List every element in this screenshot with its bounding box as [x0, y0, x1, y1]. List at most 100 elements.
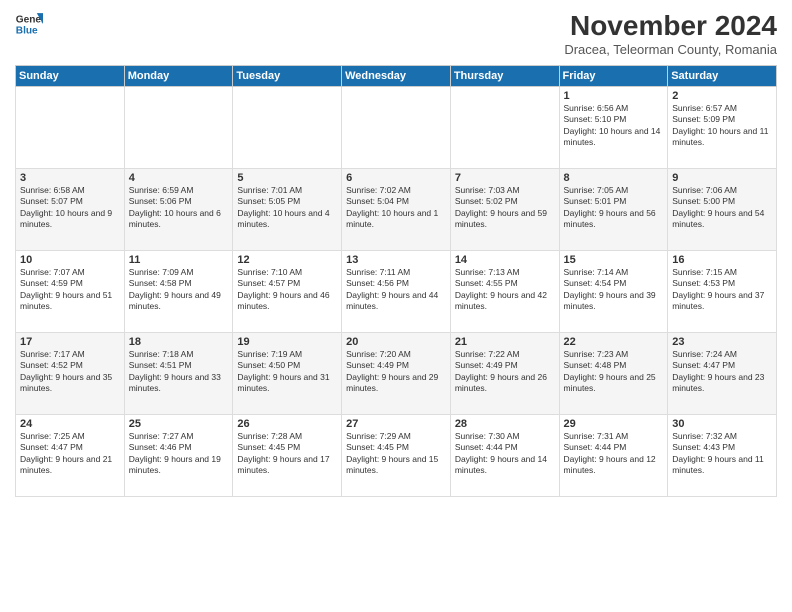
logo-icon: General Blue [15, 10, 43, 38]
subtitle: Dracea, Teleorman County, Romania [564, 42, 777, 57]
day-number: 18 [129, 336, 229, 348]
calendar-week-2: 3Sunrise: 6:58 AM Sunset: 5:07 PM Daylig… [16, 169, 777, 251]
calendar-cell: 22Sunrise: 7:23 AM Sunset: 4:48 PM Dayli… [559, 333, 668, 415]
day-info: Sunrise: 7:13 AM Sunset: 4:55 PM Dayligh… [455, 267, 555, 313]
calendar-cell: 13Sunrise: 7:11 AM Sunset: 4:56 PM Dayli… [342, 251, 451, 333]
calendar-cell: 15Sunrise: 7:14 AM Sunset: 4:54 PM Dayli… [559, 251, 668, 333]
day-number: 2 [672, 90, 772, 102]
calendar-cell: 19Sunrise: 7:19 AM Sunset: 4:50 PM Dayli… [233, 333, 342, 415]
day-info: Sunrise: 7:06 AM Sunset: 5:00 PM Dayligh… [672, 185, 772, 231]
calendar-cell [450, 87, 559, 169]
day-number: 23 [672, 336, 772, 348]
page: General Blue November 2024 Dracea, Teleo… [0, 0, 792, 612]
day-number: 27 [346, 418, 446, 430]
calendar-cell: 25Sunrise: 7:27 AM Sunset: 4:46 PM Dayli… [124, 415, 233, 497]
day-number: 19 [237, 336, 337, 348]
day-info: Sunrise: 7:11 AM Sunset: 4:56 PM Dayligh… [346, 267, 446, 313]
calendar-cell: 3Sunrise: 6:58 AM Sunset: 5:07 PM Daylig… [16, 169, 125, 251]
day-info: Sunrise: 6:57 AM Sunset: 5:09 PM Dayligh… [672, 103, 772, 149]
calendar-cell: 10Sunrise: 7:07 AM Sunset: 4:59 PM Dayli… [16, 251, 125, 333]
day-number: 1 [564, 90, 664, 102]
day-number: 6 [346, 172, 446, 184]
calendar-cell: 4Sunrise: 6:59 AM Sunset: 5:06 PM Daylig… [124, 169, 233, 251]
calendar-cell: 9Sunrise: 7:06 AM Sunset: 5:00 PM Daylig… [668, 169, 777, 251]
day-number: 20 [346, 336, 446, 348]
day-info: Sunrise: 7:28 AM Sunset: 4:45 PM Dayligh… [237, 431, 337, 477]
day-number: 24 [20, 418, 120, 430]
day-info: Sunrise: 7:07 AM Sunset: 4:59 PM Dayligh… [20, 267, 120, 313]
calendar-cell: 7Sunrise: 7:03 AM Sunset: 5:02 PM Daylig… [450, 169, 559, 251]
day-info: Sunrise: 7:29 AM Sunset: 4:45 PM Dayligh… [346, 431, 446, 477]
day-info: Sunrise: 7:14 AM Sunset: 4:54 PM Dayligh… [564, 267, 664, 313]
calendar-cell: 11Sunrise: 7:09 AM Sunset: 4:58 PM Dayli… [124, 251, 233, 333]
day-number: 16 [672, 254, 772, 266]
day-number: 12 [237, 254, 337, 266]
calendar-cell: 12Sunrise: 7:10 AM Sunset: 4:57 PM Dayli… [233, 251, 342, 333]
calendar-cell: 20Sunrise: 7:20 AM Sunset: 4:49 PM Dayli… [342, 333, 451, 415]
day-info: Sunrise: 6:58 AM Sunset: 5:07 PM Dayligh… [20, 185, 120, 231]
day-info: Sunrise: 7:23 AM Sunset: 4:48 PM Dayligh… [564, 349, 664, 395]
day-info: Sunrise: 7:01 AM Sunset: 5:05 PM Dayligh… [237, 185, 337, 231]
calendar-cell: 24Sunrise: 7:25 AM Sunset: 4:47 PM Dayli… [16, 415, 125, 497]
day-info: Sunrise: 7:19 AM Sunset: 4:50 PM Dayligh… [237, 349, 337, 395]
calendar-cell: 23Sunrise: 7:24 AM Sunset: 4:47 PM Dayli… [668, 333, 777, 415]
day-info: Sunrise: 7:10 AM Sunset: 4:57 PM Dayligh… [237, 267, 337, 313]
day-info: Sunrise: 7:32 AM Sunset: 4:43 PM Dayligh… [672, 431, 772, 477]
calendar-cell: 6Sunrise: 7:02 AM Sunset: 5:04 PM Daylig… [342, 169, 451, 251]
day-info: Sunrise: 7:02 AM Sunset: 5:04 PM Dayligh… [346, 185, 446, 231]
day-info: Sunrise: 7:27 AM Sunset: 4:46 PM Dayligh… [129, 431, 229, 477]
day-number: 5 [237, 172, 337, 184]
calendar-week-4: 17Sunrise: 7:17 AM Sunset: 4:52 PM Dayli… [16, 333, 777, 415]
day-number: 29 [564, 418, 664, 430]
header-saturday: Saturday [668, 66, 777, 87]
day-info: Sunrise: 7:15 AM Sunset: 4:53 PM Dayligh… [672, 267, 772, 313]
header-monday: Monday [124, 66, 233, 87]
day-info: Sunrise: 7:20 AM Sunset: 4:49 PM Dayligh… [346, 349, 446, 395]
title-area: November 2024 Dracea, Teleorman County, … [564, 10, 777, 57]
day-number: 13 [346, 254, 446, 266]
day-info: Sunrise: 7:03 AM Sunset: 5:02 PM Dayligh… [455, 185, 555, 231]
calendar-cell: 1Sunrise: 6:56 AM Sunset: 5:10 PM Daylig… [559, 87, 668, 169]
month-title: November 2024 [564, 10, 777, 42]
calendar-cell: 5Sunrise: 7:01 AM Sunset: 5:05 PM Daylig… [233, 169, 342, 251]
header-sunday: Sunday [16, 66, 125, 87]
day-number: 8 [564, 172, 664, 184]
day-number: 3 [20, 172, 120, 184]
day-number: 11 [129, 254, 229, 266]
header-thursday: Thursday [450, 66, 559, 87]
calendar-cell: 27Sunrise: 7:29 AM Sunset: 4:45 PM Dayli… [342, 415, 451, 497]
calendar-cell [233, 87, 342, 169]
logo: General Blue [15, 10, 43, 38]
header-friday: Friday [559, 66, 668, 87]
day-number: 25 [129, 418, 229, 430]
svg-text:Blue: Blue [16, 25, 38, 36]
header-wednesday: Wednesday [342, 66, 451, 87]
calendar-cell [124, 87, 233, 169]
header-tuesday: Tuesday [233, 66, 342, 87]
day-info: Sunrise: 7:31 AM Sunset: 4:44 PM Dayligh… [564, 431, 664, 477]
calendar-week-1: 1Sunrise: 6:56 AM Sunset: 5:10 PM Daylig… [16, 87, 777, 169]
calendar-week-3: 10Sunrise: 7:07 AM Sunset: 4:59 PM Dayli… [16, 251, 777, 333]
calendar-cell: 17Sunrise: 7:17 AM Sunset: 4:52 PM Dayli… [16, 333, 125, 415]
day-number: 15 [564, 254, 664, 266]
day-number: 14 [455, 254, 555, 266]
day-number: 22 [564, 336, 664, 348]
calendar-cell: 2Sunrise: 6:57 AM Sunset: 5:09 PM Daylig… [668, 87, 777, 169]
calendar-cell [16, 87, 125, 169]
calendar-cell: 14Sunrise: 7:13 AM Sunset: 4:55 PM Dayli… [450, 251, 559, 333]
calendar-cell: 18Sunrise: 7:18 AM Sunset: 4:51 PM Dayli… [124, 333, 233, 415]
day-number: 17 [20, 336, 120, 348]
day-info: Sunrise: 7:05 AM Sunset: 5:01 PM Dayligh… [564, 185, 664, 231]
calendar-week-5: 24Sunrise: 7:25 AM Sunset: 4:47 PM Dayli… [16, 415, 777, 497]
calendar-cell: 16Sunrise: 7:15 AM Sunset: 4:53 PM Dayli… [668, 251, 777, 333]
calendar-cell: 28Sunrise: 7:30 AM Sunset: 4:44 PM Dayli… [450, 415, 559, 497]
calendar-header-row: Sunday Monday Tuesday Wednesday Thursday… [16, 66, 777, 87]
day-number: 26 [237, 418, 337, 430]
day-info: Sunrise: 7:17 AM Sunset: 4:52 PM Dayligh… [20, 349, 120, 395]
day-number: 28 [455, 418, 555, 430]
day-info: Sunrise: 7:30 AM Sunset: 4:44 PM Dayligh… [455, 431, 555, 477]
calendar-cell: 26Sunrise: 7:28 AM Sunset: 4:45 PM Dayli… [233, 415, 342, 497]
day-number: 9 [672, 172, 772, 184]
day-info: Sunrise: 6:59 AM Sunset: 5:06 PM Dayligh… [129, 185, 229, 231]
calendar-cell: 29Sunrise: 7:31 AM Sunset: 4:44 PM Dayli… [559, 415, 668, 497]
